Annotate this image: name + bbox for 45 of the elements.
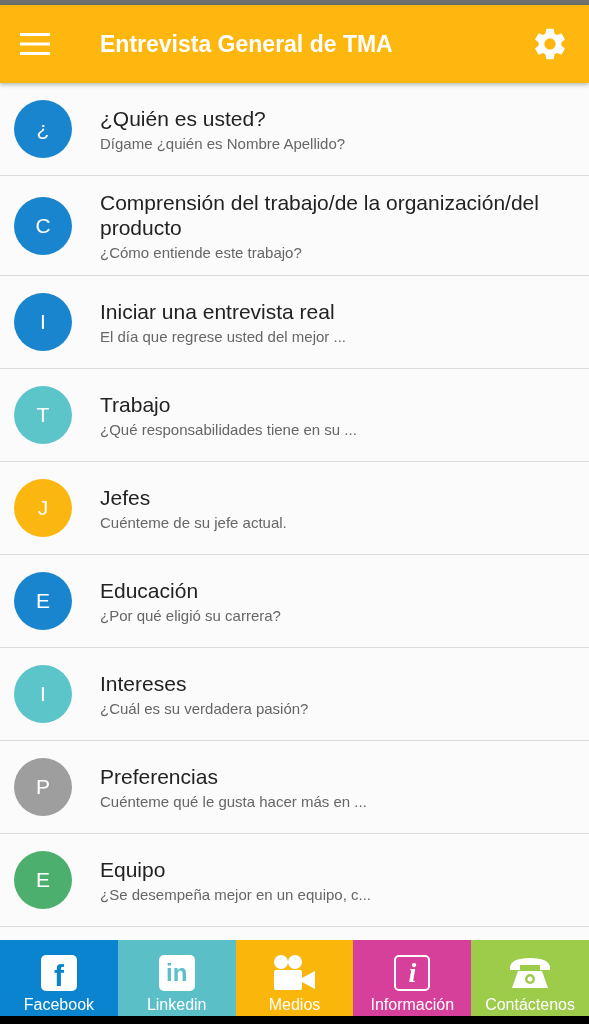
topic-question: Dígame ¿quién es Nombre Apellido? (100, 135, 346, 153)
topic-title: Iniciar una entrevista real (100, 299, 336, 325)
topic-item[interactable]: P Preferencias Cuénteme qué le gusta hacer más en ... (0, 741, 589, 835)
topic-question: ¿Cuál es su verdadera pasión? (100, 700, 309, 718)
info-icon: i (394, 955, 431, 991)
topic-question: ¿Se desempeña mejor en un equipo, c... (100, 886, 371, 904)
topic-title: Preferencias (100, 764, 219, 790)
linkedin-icon: in (158, 955, 195, 991)
topic-title: Educación (100, 578, 200, 604)
topic-question: ¿Cómo entiende este trabajo? (100, 244, 303, 262)
topic-title: Equipo (100, 857, 167, 883)
letter-avatar: I (14, 293, 72, 352)
letter-avatar: I (14, 665, 72, 724)
topic-item[interactable]: I Iniciar una entrevista real El día que regrese usted del mejor ... (0, 276, 589, 370)
topic-item[interactable]: C Comprensión del trabajo/de la organización/del producto ¿Cómo entiende este trabajo? (0, 176, 589, 277)
letter-avatar: T (14, 386, 72, 445)
letter-avatar: E (14, 851, 72, 910)
menu-icon[interactable] (20, 33, 50, 55)
topic-title: Jefes (100, 485, 152, 511)
letter-avatar: P (14, 758, 72, 817)
topic-item[interactable]: E Equipo ¿Se desempeña mejor en un equipo, c... (0, 834, 589, 928)
nav-tab[interactable]: f Facebook (0, 940, 118, 1016)
topic-question: ¿Por qué eligió su carrera? (100, 607, 281, 625)
topic-title: Comprensión del trabajo/de la organización/del producto (100, 190, 540, 241)
app-title: Entrevista General de TMA (100, 30, 394, 58)
telephone-icon (508, 956, 553, 990)
letter-avatar: ¿ (14, 100, 72, 158)
topic-question: El día que regrese usted del mejor ... (100, 328, 346, 346)
topic-item[interactable]: T Trabajo ¿Qué responsabilidades tiene en su ... (0, 369, 589, 463)
topic-title: ¿Quién es usted? (100, 105, 267, 132)
video-camera-icon (272, 954, 317, 992)
topic-item[interactable]: I Intereses ¿Cuál es su verdadera pasión? (0, 648, 589, 742)
letter-avatar: E (14, 572, 72, 631)
topic-question: Cuénteme qué le gusta hacer más en ... (100, 793, 367, 811)
topic-question: ¿Qué responsabilidades tiene en su ... (100, 421, 357, 439)
topic-item[interactable]: E Educación ¿Por qué eligió su carrera? (0, 555, 589, 649)
topic-title: Intereses (100, 671, 188, 697)
facebook-icon: f (40, 955, 77, 991)
topic-item[interactable]: ¿ ¿Quién es usted? Dígame ¿quién es Nombre Apellido? (0, 83, 589, 176)
letter-avatar: C (14, 196, 72, 255)
topic-item[interactable]: J Jefes Cuénteme de su jefe actual. (0, 462, 589, 556)
letter-avatar: J (14, 479, 72, 538)
topic-question: Cuénteme de su jefe actual. (100, 514, 287, 532)
topic-title: Trabajo (100, 392, 172, 418)
nav-tab[interactable]: i Información (353, 940, 472, 1016)
